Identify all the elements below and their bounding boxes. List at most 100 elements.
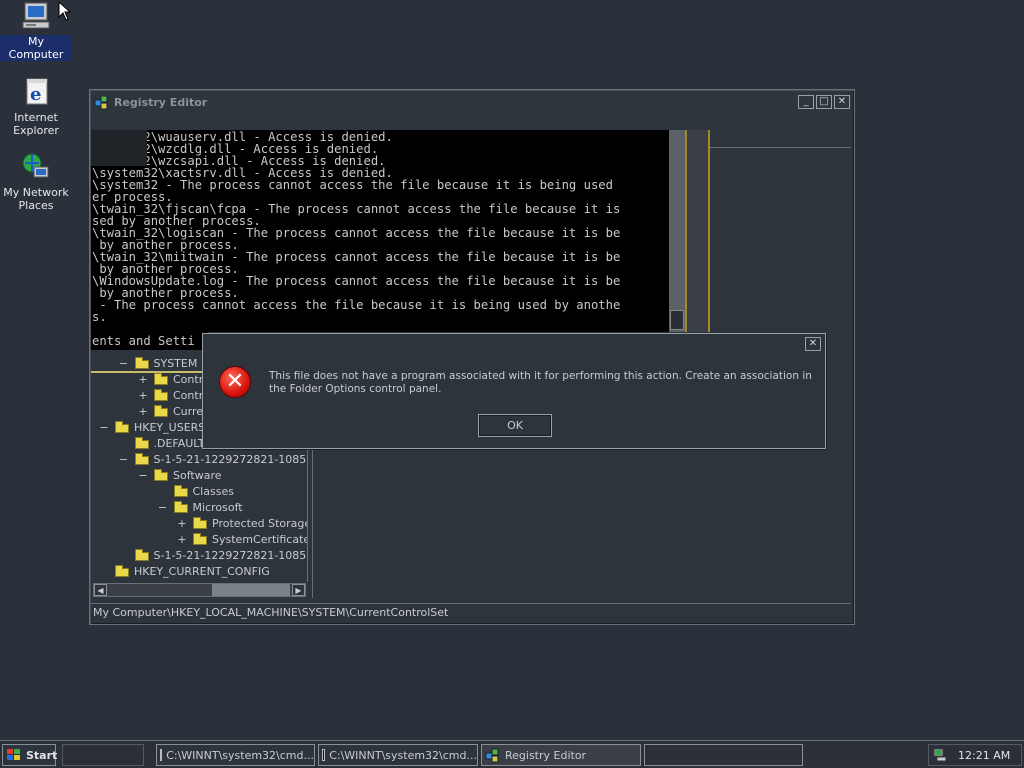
taskbar-item-cmd-2[interactable]: C:\WINNT\system32\cmd... xyxy=(318,744,478,766)
collapse-icon[interactable]: − xyxy=(99,421,109,434)
expand-icon[interactable]: + xyxy=(138,405,148,418)
console-text: 32\wuauserv.dll - Access is denied. 32\w… xyxy=(91,131,669,323)
windows-logo-icon xyxy=(6,748,22,762)
tree-item-label: HKEY_CURRENT_CONFIG xyxy=(134,564,270,578)
desktop-icon-my-network-places[interactable]: My Network Places xyxy=(0,151,72,212)
taskbar-item-label: C:\WINNT\system32\cmd... xyxy=(329,748,477,762)
console-line: s. xyxy=(92,310,107,324)
window-title: Registry Editor xyxy=(114,95,208,109)
tree-item-label: .DEFAULT xyxy=(153,436,205,450)
minimize-button[interactable]: _ xyxy=(798,95,814,109)
error-icon: ✕ xyxy=(219,366,251,398)
pane-splitter[interactable] xyxy=(685,130,710,332)
taskbar-item-cmd-1[interactable]: C:\WINNT\system32\cmd... xyxy=(156,744,315,766)
cmd-icon xyxy=(160,749,163,761)
error-dialog[interactable]: ✕ ✕ This file does not have a program as… xyxy=(202,333,826,449)
taskbar-empty-slot xyxy=(644,744,803,766)
folder-icon xyxy=(154,372,168,385)
taskbar: Start C:\WINNT\system32\cmd... C:\WINNT\… xyxy=(0,740,1024,768)
console-line: - The process cannot access the file bec… xyxy=(92,298,621,312)
status-bar: My Computer\HKEY_LOCAL_MACHINE\SYSTEM\Cu… xyxy=(91,603,851,621)
tree-item[interactable]: − HKEY_USERS xyxy=(99,419,205,435)
folder-icon xyxy=(154,468,168,481)
start-button[interactable]: Start xyxy=(2,744,58,766)
console-scroll-thumb[interactable] xyxy=(670,310,684,330)
values-pane-header xyxy=(710,130,851,148)
taskbar-item-label: C:\WINNT\system32\cmd... xyxy=(166,748,314,762)
mouse-cursor-icon xyxy=(58,1,72,21)
dialog-message: This file does not have a program associ… xyxy=(269,370,812,395)
cmd-icon xyxy=(322,749,326,761)
clock[interactable]: 12:21 AM xyxy=(958,749,1010,762)
tree-item-label: HKEY_USERS xyxy=(134,420,206,434)
tree-item[interactable]: .DEFAULT xyxy=(119,435,205,451)
folder-icon xyxy=(134,548,149,561)
folder-icon xyxy=(134,452,149,465)
folder-icon xyxy=(173,500,188,513)
folder-icon xyxy=(154,388,168,401)
tree-item[interactable]: − Microsoft xyxy=(158,499,243,515)
scroll-left-arrow-icon[interactable]: ◀ xyxy=(94,584,107,596)
tree-item[interactable]: − S-1-5-21-1229272821-1085 xyxy=(119,451,307,467)
folder-icon xyxy=(134,436,149,449)
folder-icon xyxy=(193,532,207,545)
svg-text:e: e xyxy=(30,84,41,105)
registry-editor-icon xyxy=(485,747,501,763)
console-output: 32\wuauserv.dll - Access is denied. 32\w… xyxy=(91,130,669,332)
values-pane[interactable] xyxy=(312,448,851,598)
folder-icon xyxy=(193,516,207,529)
desktop-icon-internet-explorer[interactable]: e Internet Explorer xyxy=(0,76,72,137)
folder-icon xyxy=(173,484,188,497)
tree-item[interactable]: + Protected Storage xyxy=(177,515,308,531)
scroll-right-arrow-icon[interactable]: ▶ xyxy=(292,584,305,596)
tree-item[interactable]: + SystemCertificates xyxy=(177,531,308,547)
network-tray-icon[interactable] xyxy=(932,748,948,762)
computer-icon xyxy=(20,0,52,32)
tree-item-label: SYSTEM xyxy=(153,356,198,370)
expand-icon[interactable]: + xyxy=(138,373,148,386)
tree-item[interactable]: S-1-5-21-1229272821-1085 xyxy=(119,547,307,563)
collapse-icon[interactable]: − xyxy=(138,469,148,482)
desktop-icon-label: My Computer xyxy=(0,35,72,61)
collapse-icon[interactable]: − xyxy=(158,501,168,514)
folder-icon xyxy=(134,356,149,369)
collapse-icon[interactable]: − xyxy=(119,453,129,466)
expand-icon[interactable]: + xyxy=(177,517,187,530)
tree-scroll-thumb[interactable] xyxy=(212,584,290,596)
tree-item-label: Microsoft xyxy=(192,500,243,514)
tree-item[interactable]: HKEY_CURRENT_CONFIG xyxy=(99,563,270,579)
quick-launch-area xyxy=(62,744,144,766)
collapse-icon[interactable]: − xyxy=(119,357,129,370)
tree-item-label: S-1-5-21-1229272821-1085 xyxy=(153,548,307,562)
desktop-icon-label: My Network Places xyxy=(3,186,69,212)
taskbar-item-label: Registry Editor xyxy=(505,748,587,762)
window-titlebar[interactable]: Registry Editor _ □ ✕ xyxy=(92,92,852,112)
registry-editor-icon xyxy=(94,94,110,110)
system-tray: 12:21 AM xyxy=(928,744,1022,766)
tree-item-label: Software xyxy=(173,468,222,482)
dialog-close-button[interactable]: ✕ xyxy=(805,337,821,351)
tree-item-label: S-1-5-21-1229272821-1085 xyxy=(153,452,307,466)
tree-horizontal-scrollbar[interactable]: ◀ ▶ xyxy=(93,583,306,597)
folder-icon xyxy=(115,420,129,433)
internet-explorer-icon: e xyxy=(20,76,52,108)
expand-icon[interactable]: + xyxy=(138,389,148,402)
network-places-icon xyxy=(20,151,52,183)
tree-item[interactable]: − Software xyxy=(138,467,222,483)
folder-icon xyxy=(115,564,129,577)
folder-icon xyxy=(154,404,168,417)
console-scrollbar[interactable] xyxy=(669,130,685,332)
tree-item-label: Classes xyxy=(192,484,234,498)
start-label: Start xyxy=(26,748,58,762)
tree-item-label: Protected Storage xyxy=(212,516,308,530)
tree-item[interactable]: − SYSTEM xyxy=(119,355,198,371)
console-selection xyxy=(91,130,147,166)
console-footer-text: ents and Setti xyxy=(91,332,208,350)
taskbar-item-registry-editor[interactable]: Registry Editor xyxy=(481,744,641,766)
tree-item-label: SystemCertificates xyxy=(212,532,308,546)
maximize-button[interactable]: □ xyxy=(816,95,832,109)
expand-icon[interactable]: + xyxy=(177,533,187,546)
ok-button[interactable]: OK xyxy=(478,414,552,437)
tree-item[interactable]: Classes xyxy=(158,483,234,499)
close-button[interactable]: ✕ xyxy=(834,95,850,109)
